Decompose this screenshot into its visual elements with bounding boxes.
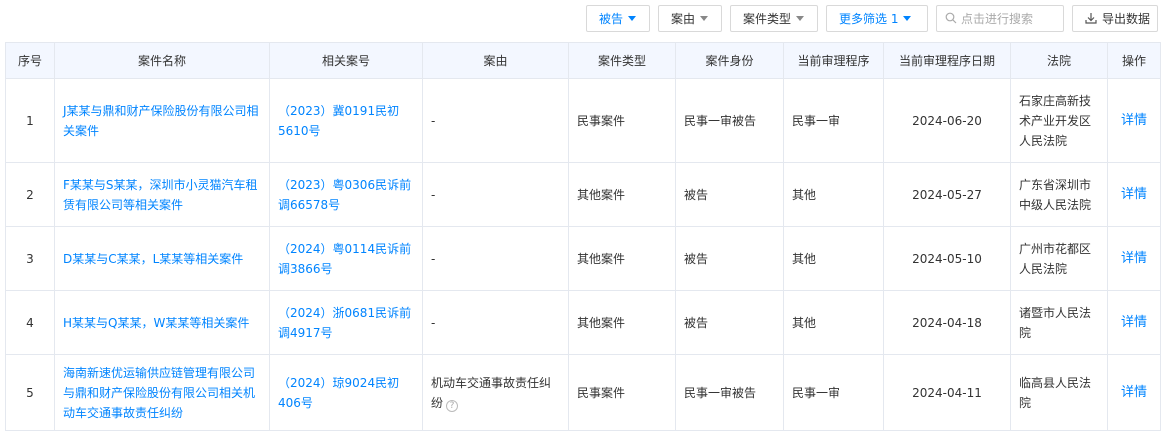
- details-link[interactable]: 详情: [1107, 354, 1161, 431]
- cell-court: 诸暨市人民法院: [1010, 290, 1108, 355]
- case-no-link[interactable]: （2024）琼9024民初406号: [269, 354, 423, 431]
- case-name-link[interactable]: 海南新速优运输供应链管理有限公司与鼎和财产保险股份有限公司相关机动车交通事故责任…: [54, 354, 270, 431]
- cell-seq: 5: [5, 354, 55, 431]
- table-row: 4 H某某与Q某某，W某某等相关案件 （2024）浙0681民诉前调4917号 …: [5, 290, 1161, 355]
- cases-table: 序号 案件名称 相关案号 案由 案件类型 案件身份 当前审理程序 当前审理程序日…: [5, 42, 1161, 431]
- case-name-link[interactable]: D某某与C某某，L某某等相关案件: [54, 226, 270, 291]
- case-no-link[interactable]: （2023）冀0191民初5610号: [269, 78, 423, 163]
- cell-role: 被告: [675, 290, 784, 355]
- cell-cause: -: [422, 78, 569, 163]
- cell-seq: 3: [5, 226, 55, 291]
- export-data-button[interactable]: 导出数据: [1072, 4, 1158, 32]
- filter-role-label: 被告: [599, 11, 624, 26]
- search-placeholder: 点击进行搜索: [961, 11, 1034, 26]
- header-action: 操作: [1107, 42, 1161, 79]
- case-name-link[interactable]: J某某与鼎和财产保险股份有限公司相关案件: [54, 78, 270, 163]
- filter-type-dropdown[interactable]: 案件类型: [730, 4, 818, 32]
- cell-role: 被告: [675, 162, 784, 227]
- cell-cause: -: [422, 162, 569, 227]
- cell-date: 2024-04-11: [883, 354, 1011, 431]
- caret-down-icon: [903, 15, 912, 21]
- question-circle-icon[interactable]: ?: [446, 399, 459, 412]
- header-case-no: 相关案号: [269, 42, 423, 79]
- cell-case-type: 民事案件: [568, 78, 676, 163]
- cell-seq: 2: [5, 162, 55, 227]
- details-link[interactable]: 详情: [1107, 78, 1161, 163]
- cell-role: 民事一审被告: [675, 78, 784, 163]
- case-no-link[interactable]: （2024）粤0114民诉前调3866号: [269, 226, 423, 291]
- header-procedure: 当前审理程序: [783, 42, 884, 79]
- case-name-link[interactable]: H某某与Q某某，W某某等相关案件: [54, 290, 270, 355]
- cell-case-type: 其他案件: [568, 226, 676, 291]
- cell-cause: -: [422, 290, 569, 355]
- export-label: 导出数据: [1102, 11, 1151, 26]
- header-procedure-date: 当前审理程序日期: [883, 42, 1011, 79]
- caret-down-icon: [700, 15, 709, 21]
- header-case-type: 案件类型: [568, 42, 676, 79]
- cell-cause: 机动车交通事故责任纠纷?: [422, 354, 569, 431]
- details-link[interactable]: 详情: [1107, 290, 1161, 355]
- table-header-row: 序号 案件名称 相关案号 案由 案件类型 案件身份 当前审理程序 当前审理程序日…: [5, 42, 1161, 79]
- cell-procedure: 其他: [783, 290, 884, 355]
- download-icon: [1085, 13, 1097, 24]
- toolbar: 被告 案由 案件类型 更多筛选 1 点击进行搜索 导出数据: [586, 4, 1158, 32]
- cell-date: 2024-04-18: [883, 290, 1011, 355]
- filter-cause-dropdown[interactable]: 案由: [658, 4, 722, 32]
- table-row: 1 J某某与鼎和财产保险股份有限公司相关案件 （2023）冀0191民初5610…: [5, 78, 1161, 163]
- filter-type-label: 案件类型: [743, 11, 792, 26]
- header-case-name: 案件名称: [54, 42, 270, 79]
- table-row: 2 F某某与S某某，深圳市小灵猫汽车租赁有限公司等相关案件 （2023）粤030…: [5, 162, 1161, 227]
- filter-role-dropdown[interactable]: 被告: [586, 4, 650, 32]
- cell-case-type: 民事案件: [568, 354, 676, 431]
- table-row: 3 D某某与C某某，L某某等相关案件 （2024）粤0114民诉前调3866号 …: [5, 226, 1161, 291]
- cell-court: 石家庄高新技术产业开发区人民法院: [1010, 78, 1108, 163]
- header-court: 法院: [1010, 42, 1108, 79]
- cell-procedure: 民事一审: [783, 78, 884, 163]
- more-filters-dropdown[interactable]: 更多筛选 1: [826, 4, 928, 32]
- header-role: 案件身份: [675, 42, 784, 79]
- more-filters-label: 更多筛选 1: [839, 11, 899, 26]
- cell-role: 被告: [675, 226, 784, 291]
- cell-procedure: 其他: [783, 162, 884, 227]
- cell-seq: 4: [5, 290, 55, 355]
- table-row: 5 海南新速优运输供应链管理有限公司与鼎和财产保险股份有限公司相关机动车交通事故…: [5, 354, 1161, 431]
- search-icon: [945, 12, 957, 24]
- cell-procedure: 其他: [783, 226, 884, 291]
- header-seq: 序号: [5, 42, 55, 79]
- cell-court: 广州市花都区人民法院: [1010, 226, 1108, 291]
- cell-date: 2024-05-10: [883, 226, 1011, 291]
- cell-court: 临高县人民法院: [1010, 354, 1108, 431]
- cell-date: 2024-06-20: [883, 78, 1011, 163]
- case-no-link[interactable]: （2023）粤0306民诉前调66578号: [269, 162, 423, 227]
- cell-procedure: 民事一审: [783, 354, 884, 431]
- case-name-link[interactable]: F某某与S某某，深圳市小灵猫汽车租赁有限公司等相关案件: [54, 162, 270, 227]
- cell-seq: 1: [5, 78, 55, 163]
- header-cause: 案由: [422, 42, 569, 79]
- case-no-link[interactable]: （2024）浙0681民诉前调4917号: [269, 290, 423, 355]
- cell-court: 广东省深圳市中级人民法院: [1010, 162, 1108, 227]
- cell-cause: -: [422, 226, 569, 291]
- filter-cause-label: 案由: [671, 11, 696, 26]
- caret-down-icon: [796, 15, 805, 21]
- details-link[interactable]: 详情: [1107, 162, 1161, 227]
- details-link[interactable]: 详情: [1107, 226, 1161, 291]
- cell-role: 民事一审被告: [675, 354, 784, 431]
- cell-date: 2024-05-27: [883, 162, 1011, 227]
- caret-down-icon: [628, 15, 637, 21]
- search-input[interactable]: 点击进行搜索: [936, 4, 1064, 32]
- cell-case-type: 其他案件: [568, 162, 676, 227]
- cell-case-type: 其他案件: [568, 290, 676, 355]
